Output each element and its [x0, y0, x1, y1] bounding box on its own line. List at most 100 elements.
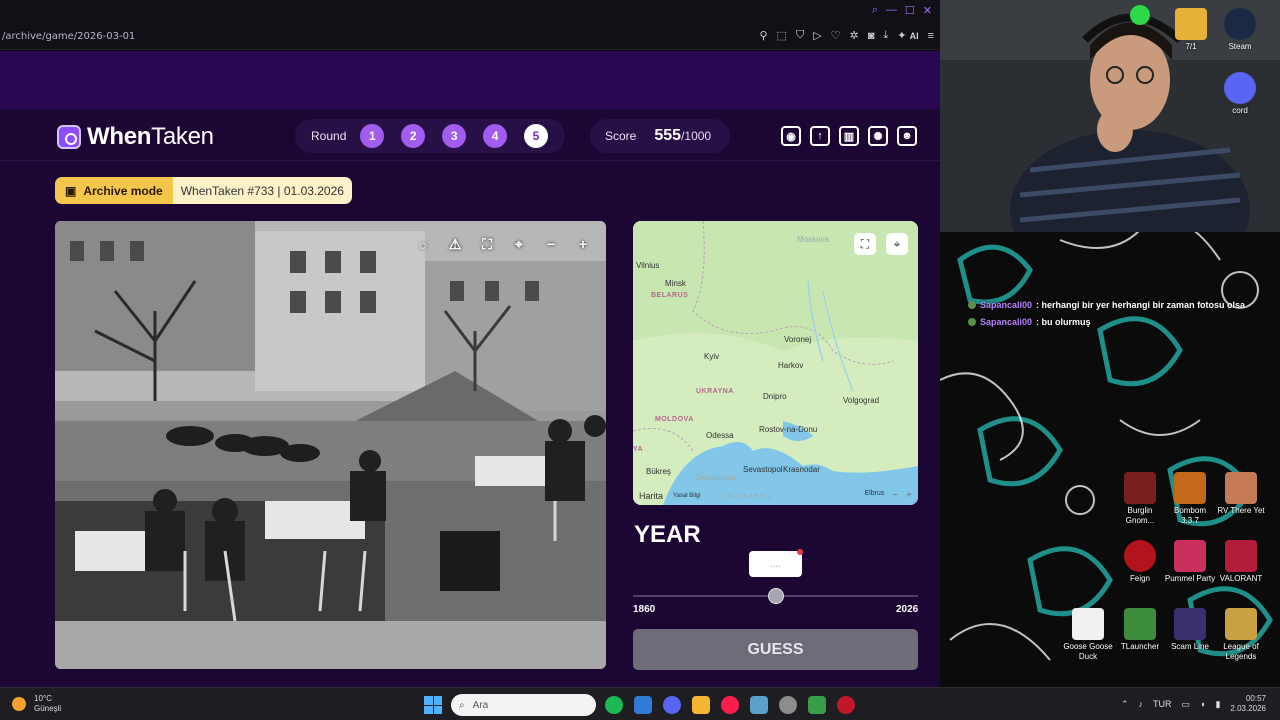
desktop-icon-goose-goose-duck[interactable]: Goose Goose Duck: [1062, 608, 1114, 662]
logo[interactable]: WhenTaken: [57, 123, 214, 151]
zoom-in-icon[interactable]: +: [572, 233, 594, 255]
volume-icon[interactable]: ◖: [1200, 699, 1205, 709]
required-dot: [797, 549, 803, 555]
window-controls: ⌕ — ☐ ✕: [872, 4, 932, 17]
header-actions: ◉ ↑ ▥ ✺ ☻: [781, 126, 917, 146]
archive-icon: ▣: [65, 183, 77, 198]
mail-icon[interactable]: [634, 696, 652, 714]
focus-icon[interactable]: ⌖: [508, 233, 530, 255]
minimize-icon[interactable]: —: [886, 4, 897, 17]
heart-icon[interactable]: ♡: [831, 29, 841, 42]
discord-icon[interactable]: [663, 696, 681, 714]
language-indicator[interactable]: TUR: [1153, 699, 1172, 709]
clock-date: 2.03.2026: [1230, 704, 1266, 713]
desktop-icon-burglin[interactable]: Burglin Gnom...: [1114, 472, 1166, 526]
desktop-icon-folder[interactable]: 7/1: [1165, 8, 1217, 52]
score-label: Score: [605, 129, 637, 143]
app-icon[interactable]: [750, 696, 768, 714]
score-max: /1000: [681, 129, 712, 143]
media-player-icon[interactable]: [837, 696, 855, 714]
desktop-icon-rv-there-yet[interactable]: RV There Yet: [1215, 472, 1267, 516]
stream-overlay: Sapancali00 : herhangi bir yer herhangi …: [940, 0, 1280, 687]
clock[interactable]: 00:57 2.03.2026: [1230, 694, 1266, 714]
chat-message: Sapancali00 : bu olurmuş: [968, 317, 1245, 327]
stats-icon[interactable]: ▥: [839, 126, 859, 146]
close-icon[interactable]: ✕: [923, 4, 932, 17]
windows-start-icon[interactable]: [424, 696, 442, 714]
year-title: YEAR: [634, 521, 701, 548]
address-bar[interactable]: /archive/game/2026-03-01: [2, 31, 135, 42]
desktop-icon-bombom[interactable]: Bombom 3.3.7: [1164, 472, 1216, 526]
year-slider-thumb[interactable]: [767, 588, 784, 604]
game-photo[interactable]: ☼ ⚠ ⛶ ⌖ − +: [55, 221, 606, 669]
round-dot: 1: [360, 124, 385, 148]
desktop-icon-valorant[interactable]: VALORANT: [1215, 540, 1267, 584]
share-icon[interactable]: ↑: [810, 126, 830, 146]
spotify-icon[interactable]: [605, 696, 623, 714]
desktop-icon-scam-line[interactable]: Scam Line: [1164, 608, 1216, 652]
desktop-icon-league-of-legends[interactable]: League of Legends: [1215, 608, 1267, 662]
pin-icon[interactable]: ⚲: [759, 29, 767, 42]
profile-icon[interactable]: ◙: [868, 30, 875, 42]
user-icon[interactable]: ☻: [897, 126, 917, 146]
download-icon[interactable]: ⤓: [883, 29, 888, 42]
battery-icon[interactable]: ▮: [1215, 699, 1220, 710]
extension-icons: ⚲ ⬚ ⛉ ▷ ♡ ✲ ◙ ⤓ ✦ AI ≡: [759, 29, 934, 42]
terminal-icon[interactable]: [808, 696, 826, 714]
puzzle-icon[interactable]: ✲: [850, 29, 859, 42]
desktop-icon-discord[interactable]: cord: [1214, 72, 1266, 116]
search-icon[interactable]: ⌕: [872, 4, 878, 17]
browser-toolbar: ⌕ — ☐ ✕ /archive/game/2026-03-01 ⚲ ⬚ ⛉ ▷…: [0, 0, 940, 50]
map-focus-icon[interactable]: ⌖: [886, 233, 908, 255]
chevron-up-icon[interactable]: ⌃: [1121, 699, 1129, 710]
round-dot: 4: [483, 124, 508, 148]
year-input[interactable]: ....: [749, 549, 803, 577]
map-tools: ⛶ ⌖: [854, 233, 908, 255]
play-icon[interactable]: ▷: [813, 29, 821, 42]
file-explorer-icon[interactable]: [692, 696, 710, 714]
map-city: Odessa: [706, 431, 734, 440]
microphone-icon[interactable]: ♪: [1139, 699, 1144, 709]
map-brand: Harita: [639, 491, 664, 501]
taskbar: 10°C Güneşli ⌕ Ara ⌃ ♪ TUR ▭ ◖ ▮ 00:57 2…: [0, 687, 1280, 720]
sun-icon: [12, 697, 26, 711]
shield-icon[interactable]: ⛉: [796, 29, 804, 42]
maximize-icon[interactable]: ☐: [905, 4, 915, 17]
year-slider[interactable]: [633, 588, 918, 604]
guess-map[interactable]: Moskova Vilnius Minsk BELARUS Voronej Ky…: [633, 221, 918, 505]
settings-icon[interactable]: [779, 696, 797, 714]
screenshot-icon[interactable]: ⬚: [777, 29, 787, 42]
ai-button[interactable]: ✦ AI: [897, 29, 918, 42]
opera-gx-icon[interactable]: [721, 696, 739, 714]
desktop-icon-feign[interactable]: Feign: [1114, 540, 1166, 584]
guess-button[interactable]: GUESS: [633, 629, 918, 670]
map-fullscreen-icon[interactable]: ⛶: [854, 233, 876, 255]
desktop-icon-pummel-party[interactable]: Pummel Party: [1164, 540, 1216, 584]
fullscreen-icon[interactable]: ⛶: [476, 233, 498, 255]
map-city: Volgograd: [843, 396, 880, 405]
lightbulb-icon[interactable]: ☼: [412, 233, 434, 255]
gear-icon[interactable]: ✺: [868, 126, 888, 146]
weather-widget[interactable]: 10°C Güneşli: [12, 694, 61, 714]
zoom-out-icon[interactable]: −: [540, 233, 562, 255]
gamepad-icon[interactable]: ◉: [781, 126, 801, 146]
map-country: BELARUS: [651, 292, 689, 299]
goose-goose-duck-icon: [1072, 608, 1104, 640]
map-legal-link[interactable]: Yasal Bilgi: [673, 493, 701, 501]
map-zoom-out-icon[interactable]: −: [892, 490, 898, 501]
search-icon: ⌕: [459, 699, 465, 711]
game-info: WhenTaken #733 | 01.03.2026: [172, 177, 352, 204]
desktop-icon-tlauncher[interactable]: TLauncher: [1114, 608, 1166, 652]
weather-condition: Güneşli: [34, 704, 62, 713]
archive-mode-badge[interactable]: ▣ Archive mode: [55, 177, 173, 204]
weather-text: 10°C Güneşli: [34, 694, 61, 714]
network-icon[interactable]: ▭: [1182, 699, 1191, 710]
desktop-icon-label: VALORANT: [1219, 574, 1263, 583]
desktop-icon-steam[interactable]: Steam: [1214, 8, 1266, 52]
rv-there-yet-icon: [1225, 472, 1257, 504]
map-zoom-in-icon[interactable]: +: [906, 490, 912, 501]
warning-icon[interactable]: ⚠: [444, 233, 466, 255]
scam-line-icon: [1174, 608, 1206, 640]
taskbar-search[interactable]: ⌕ Ara: [451, 694, 596, 716]
menu-icon[interactable]: ≡: [928, 30, 934, 42]
